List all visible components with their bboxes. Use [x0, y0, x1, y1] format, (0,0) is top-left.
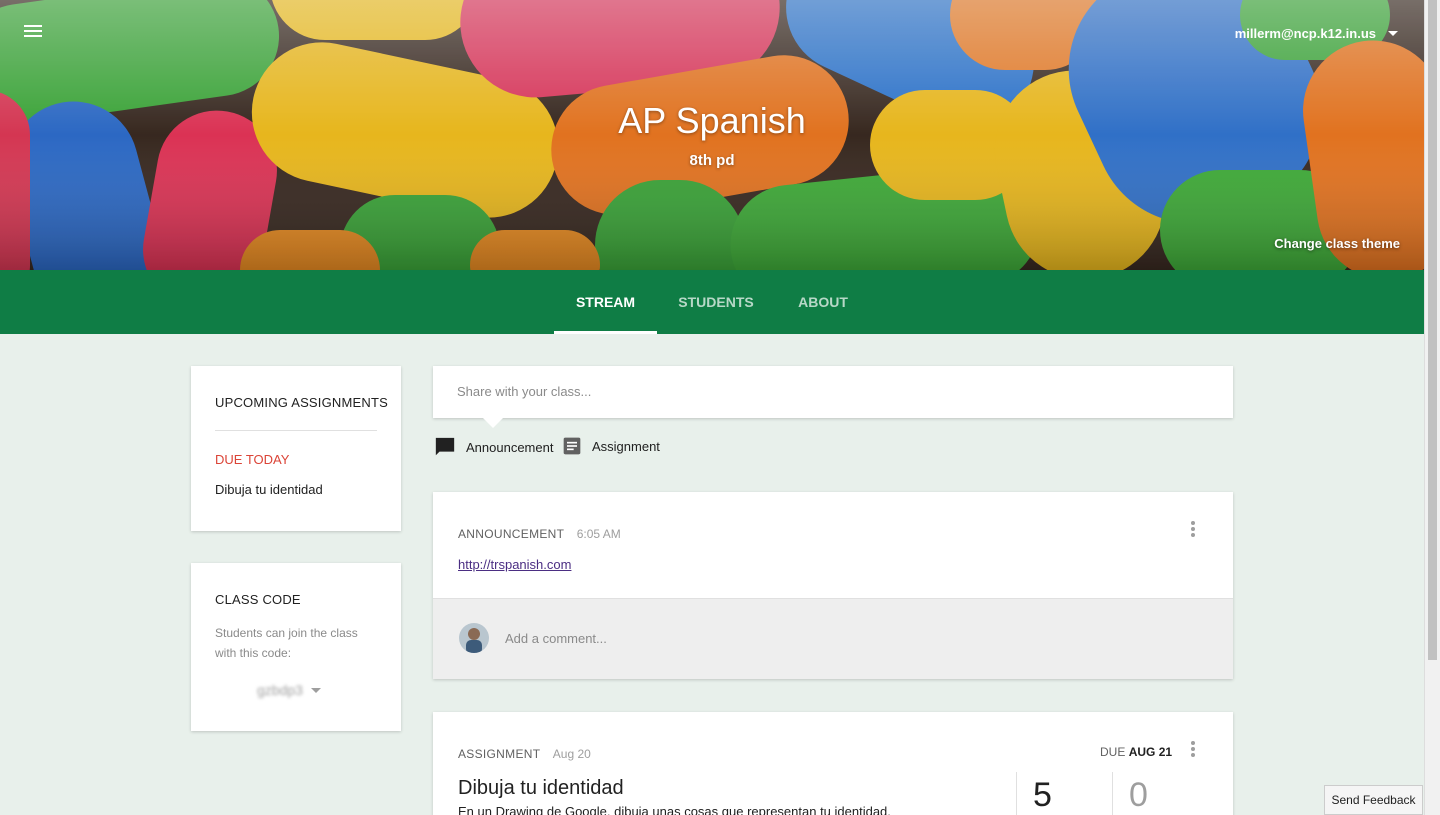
assignment-description: En un Drawing de Google, dibuja unas cos… — [458, 804, 891, 815]
main-menu-button[interactable] — [24, 22, 48, 42]
announcement-button[interactable]: Announcement — [434, 436, 553, 458]
announcement-label: Announcement — [466, 439, 554, 455]
add-comment-input[interactable]: Add a comment... — [505, 631, 607, 646]
more-vert-icon — [1191, 741, 1195, 745]
avatar — [459, 623, 489, 653]
assignment-title[interactable]: Dibuja tu identidad — [458, 777, 624, 800]
upcoming-assignments-card: UPCOMING ASSIGNMENTS DUE TODAY Dibuja tu… — [191, 366, 401, 531]
divider — [1112, 772, 1113, 815]
post-type-label: ASSIGNMENT — [458, 747, 541, 761]
class-banner: millerm@ncp.k12.in.us AP Spanish 8th pd … — [0, 0, 1424, 270]
due-today-label: DUE TODAY — [215, 452, 290, 467]
more-options-button[interactable] — [1187, 741, 1199, 761]
tab-about[interactable]: ABOUT — [788, 270, 858, 334]
share-placeholder: Share with your class... — [457, 384, 592, 399]
page-scrollbar[interactable] — [1424, 0, 1440, 815]
announcement-link[interactable]: http://trspanish.com — [458, 557, 571, 572]
class-code-value: gzbdp3 — [257, 682, 303, 698]
hamburger-icon — [24, 25, 42, 27]
change-class-theme-link[interactable]: Change class theme — [1274, 236, 1400, 251]
upcoming-assignment-link[interactable]: Dibuja tu identidad — [215, 482, 323, 497]
more-vert-icon — [1191, 521, 1195, 525]
caret-down-icon — [310, 687, 321, 693]
caret-down-icon — [1388, 31, 1398, 36]
assignment-post: ASSIGNMENT Aug 20 DUE AUG 21 Dibuja tu i… — [433, 712, 1233, 815]
class-section: 8th pd — [689, 152, 735, 169]
due-date: DUE AUG 21 — [1100, 745, 1173, 759]
done-count[interactable]: 5 — [1033, 776, 1052, 815]
assignment-button[interactable]: Assignment — [562, 436, 660, 456]
post-time: 6:05 AM — [576, 527, 621, 541]
send-feedback-button[interactable]: Send Feedback — [1324, 785, 1423, 815]
tab-stream[interactable]: STREAM — [554, 270, 657, 334]
post-time: Aug 20 — [552, 747, 591, 761]
comment-area: Add a comment... — [433, 598, 1233, 679]
not-done-count[interactable]: 0 — [1129, 776, 1148, 815]
account-menu[interactable]: millerm@ncp.k12.in.us — [1235, 26, 1398, 41]
class-title: AP Spanish — [618, 100, 806, 141]
account-email: millerm@ncp.k12.in.us — [1234, 26, 1376, 41]
post-type-label: ANNOUNCEMENT — [458, 527, 565, 541]
announcement-icon — [435, 437, 455, 456]
class-code-heading: CLASS CODE — [215, 592, 301, 607]
class-code-dropdown[interactable]: gzbdp3 — [257, 682, 321, 698]
upcoming-heading: UPCOMING ASSIGNMENTS — [215, 395, 389, 410]
tab-students[interactable]: STUDENTS — [668, 270, 764, 334]
divider — [215, 430, 377, 431]
class-code-description: Students can join the class with this co… — [215, 626, 358, 660]
announcement-post: ANNOUNCEMENT 6:05 AM http://trspanish.co… — [433, 492, 1233, 679]
scrollbar-thumb[interactable] — [1428, 0, 1437, 660]
class-code-card: CLASS CODE Students can join the class w… — [191, 563, 401, 731]
tab-bar: STREAM STUDENTS ABOUT — [0, 270, 1424, 334]
assignment-icon — [563, 437, 581, 455]
divider — [1016, 772, 1017, 815]
more-options-button[interactable] — [1187, 521, 1199, 541]
assignment-label: Assignment — [592, 438, 660, 454]
share-with-class-input[interactable]: Share with your class... — [433, 366, 1233, 428]
